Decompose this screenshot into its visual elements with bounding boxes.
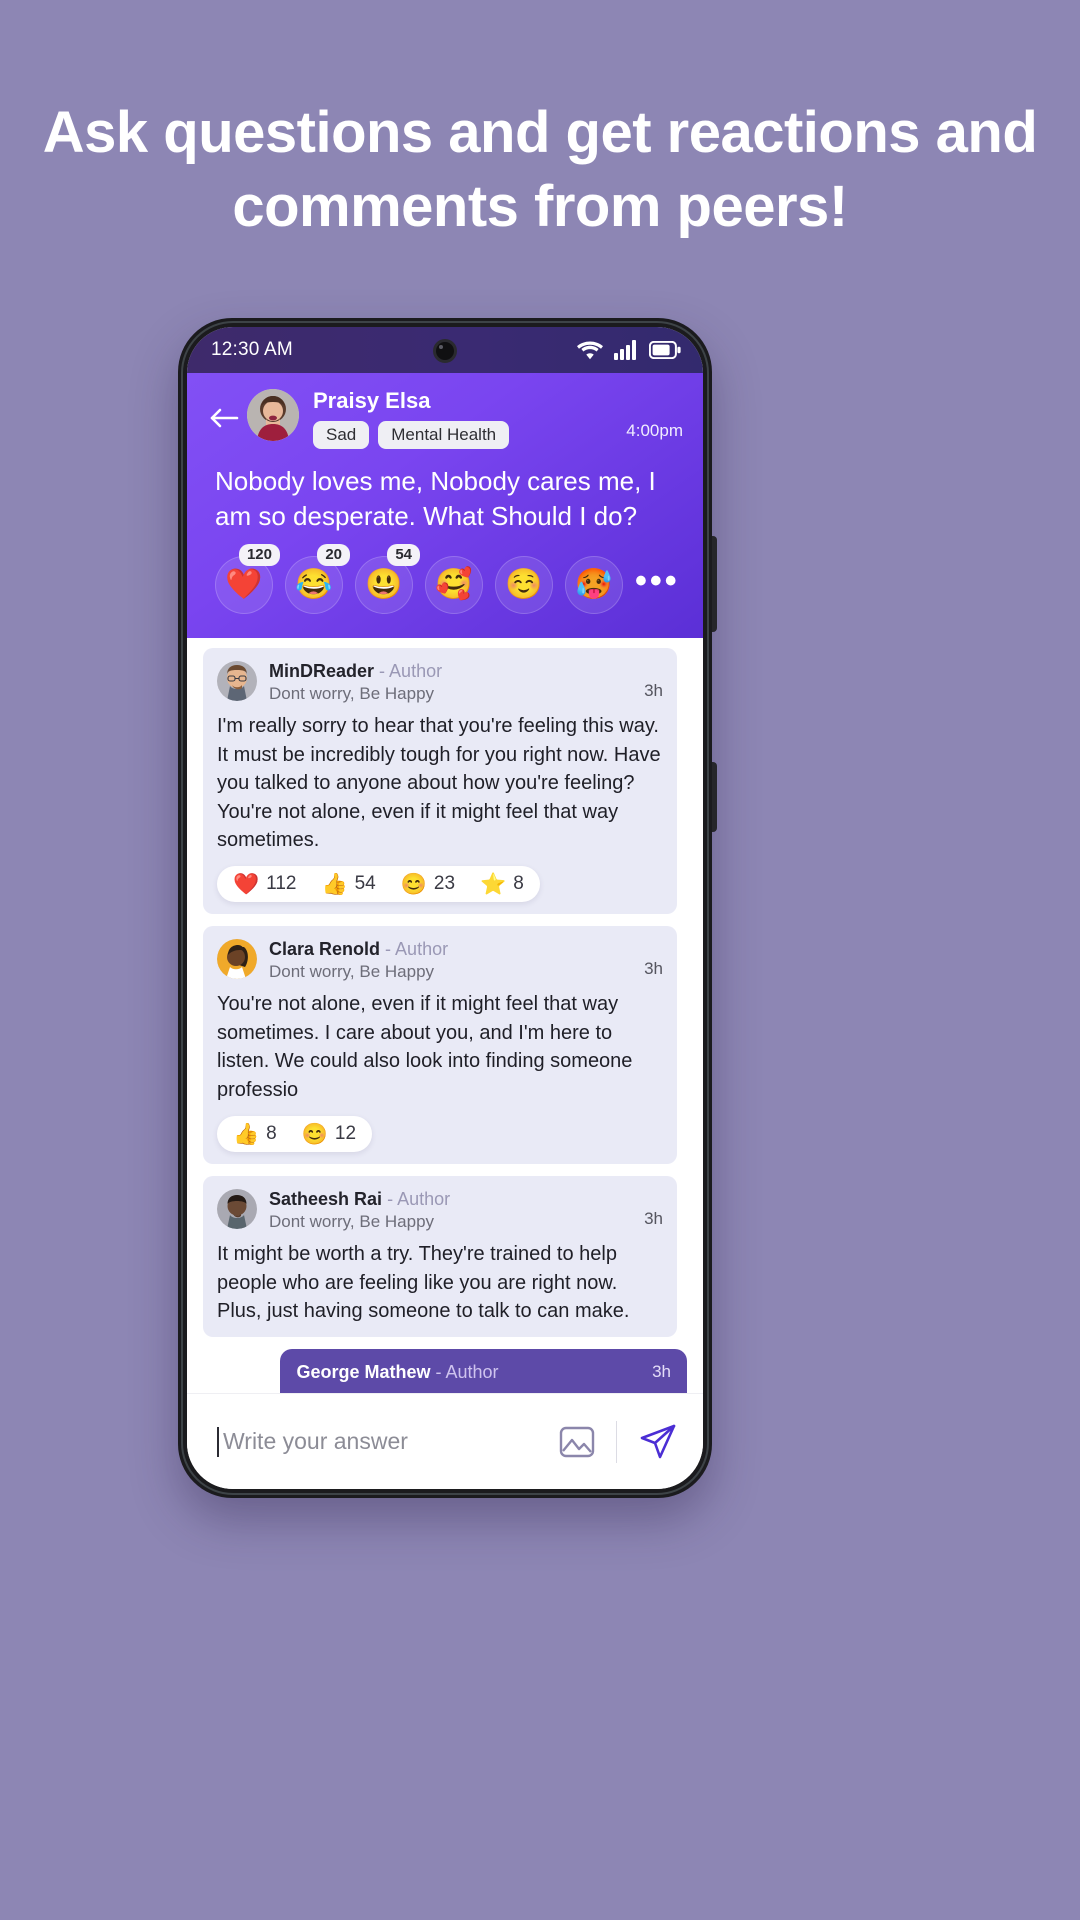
smiling-hearts-reaction[interactable]: 🥰 xyxy=(425,556,483,615)
comment-text: I'm really sorry to hear that you're fee… xyxy=(217,715,661,852)
heart-reaction-count: 112 xyxy=(266,873,297,895)
comment-feed[interactable]: MinDReader - Author Dont worry, Be Happy… xyxy=(187,638,703,1393)
smiling-hearts-emoji: 🥰 xyxy=(435,568,473,602)
status-bar: 12:30 AM xyxy=(187,327,703,373)
phone-screen: 12:30 AM Praisy Elsa Sad Mental Health 4… xyxy=(187,327,703,1489)
author-badge: - Author xyxy=(435,1362,499,1383)
comment-avatar[interactable] xyxy=(217,661,257,702)
blush-reaction-count: 12 xyxy=(334,1123,357,1145)
post-reaction-bar: 120 ❤️ 20 😂 54 😃 🥰 ☺️ 🥵 ••• xyxy=(215,544,683,615)
post-tag-mood[interactable]: Sad xyxy=(313,421,370,450)
heart-reaction-icon: ❤️ xyxy=(233,872,260,896)
heart-emoji: ❤️ xyxy=(225,568,263,602)
heart-reaction[interactable]: 120 ❤️ xyxy=(215,544,280,615)
smile-reaction[interactable]: 54 😃 xyxy=(355,544,420,615)
comment-author-name: MinDReader - Author xyxy=(269,661,443,682)
smile-emoji: 😃 xyxy=(365,568,403,602)
author-badge: - Author xyxy=(387,1189,451,1210)
thumbs-up-reaction-icon: 👍 xyxy=(233,1122,260,1146)
relaxed-reaction[interactable]: ☺️ xyxy=(495,556,553,615)
battery-icon xyxy=(649,341,681,359)
more-options-icon[interactable]: ••• xyxy=(635,564,680,614)
blush-reaction-count: 23 xyxy=(433,873,456,895)
comment-subtitle: Dont worry, Be Happy xyxy=(269,684,435,704)
star-reaction-count: 8 xyxy=(513,873,524,895)
relaxed-emoji: ☺️ xyxy=(505,568,543,602)
post-header: Praisy Elsa Sad Mental Health 4:00pm Nob… xyxy=(187,373,703,639)
blush-reaction-icon: 😊 xyxy=(301,1122,328,1146)
phone-mockup: 12:30 AM Praisy Elsa Sad Mental Health 4… xyxy=(178,318,717,1498)
comment-avatar[interactable] xyxy=(217,1189,257,1230)
comment-timestamp: 3h xyxy=(644,1209,663,1229)
own-message-bubble[interactable]: George Mathew - Author 3h I don't know w… xyxy=(280,1349,687,1393)
comment-reaction-pill[interactable]: ❤️ 112 👍 54 😊 23 ⭐ 8 xyxy=(217,866,540,903)
page-title: Ask questions and get reactions and comm… xyxy=(42,100,1038,239)
comment-header: MinDReader - Author Dont worry, Be Happy… xyxy=(217,661,663,704)
post-tag-topic[interactable]: Mental Health xyxy=(378,421,510,450)
author-badge: - Author xyxy=(385,939,449,960)
post-tags: Sad Mental Health xyxy=(313,421,620,450)
status-icons xyxy=(577,340,681,360)
joy-emoji: 😂 xyxy=(295,568,333,602)
own-message-author: George Mathew - Author xyxy=(296,1362,499,1383)
comment-item[interactable]: MinDReader - Author Dont worry, Be Happy… xyxy=(203,648,677,915)
post-author-info: Praisy Elsa Sad Mental Health xyxy=(313,388,620,450)
post-author-name: Praisy Elsa xyxy=(313,388,431,413)
author-badge: - Author xyxy=(379,661,443,682)
answer-input[interactable]: Write your answer xyxy=(213,1426,554,1457)
joy-reaction-count: 20 xyxy=(317,544,350,567)
joy-reaction[interactable]: 20 😂 xyxy=(285,544,350,615)
volume-button xyxy=(712,762,717,832)
comment-reaction-pill-row: ❤️ 112 👍 54 😊 23 ⭐ 8 xyxy=(217,866,663,903)
own-message-row: George Mathew - Author 3h I don't know w… xyxy=(203,1349,687,1393)
hot-face-reaction[interactable]: 🥵 xyxy=(565,556,623,615)
comment-reaction-pill[interactable]: 👍 8 😊 12 xyxy=(217,1116,373,1153)
comment-meta: Satheesh Rai - Author Dont worry, Be Hap… xyxy=(269,1189,644,1232)
post-header-top: Praisy Elsa Sad Mental Health 4:00pm xyxy=(201,388,683,450)
comment-meta: Clara Renold - Author Dont worry, Be Hap… xyxy=(269,939,644,982)
feed-scroll-container: MinDReader - Author Dont worry, Be Happy… xyxy=(187,638,703,1393)
power-button xyxy=(712,536,717,632)
own-message-header: George Mathew - Author 3h xyxy=(296,1362,671,1383)
thumbs-up-reaction-count: 8 xyxy=(266,1123,277,1145)
comment-subtitle: Dont worry, Be Happy xyxy=(269,962,435,982)
comment-author-name: Clara Renold - Author xyxy=(269,939,449,960)
comment-header: Satheesh Rai - Author Dont worry, Be Hap… xyxy=(217,1189,663,1232)
comment-item[interactable]: Clara Renold - Author Dont worry, Be Hap… xyxy=(203,926,677,1165)
post-timestamp: 4:00pm xyxy=(626,421,683,440)
heart-reaction-count: 120 xyxy=(238,544,280,567)
smile-reaction-count: 54 xyxy=(387,544,420,567)
send-icon[interactable] xyxy=(635,1419,681,1465)
star-reaction-icon: ⭐ xyxy=(480,872,507,896)
composer-bar: Write your answer xyxy=(187,1393,703,1489)
answer-input-placeholder: Write your answer xyxy=(223,1428,408,1454)
back-arrow-icon[interactable] xyxy=(201,395,247,441)
cellular-signal-icon xyxy=(614,340,638,360)
composer-divider xyxy=(616,1420,617,1463)
comment-author-name: Satheesh Rai - Author xyxy=(269,1189,451,1210)
own-message-timestamp: 3h xyxy=(652,1362,671,1382)
hot-face-emoji: 🥵 xyxy=(575,568,613,602)
comment-item[interactable]: Satheesh Rai - Author Dont worry, Be Hap… xyxy=(203,1176,677,1338)
comment-text: It might be worth a try. They're trained… xyxy=(217,1243,630,1322)
comment-timestamp: 3h xyxy=(644,681,663,701)
comment-text: You're not alone, even if it might feel … xyxy=(217,993,633,1101)
comment-reaction-pill-row: 👍 8 😊 12 xyxy=(217,1116,663,1153)
image-attachment-icon[interactable] xyxy=(554,1419,600,1465)
status-time: 12:30 AM xyxy=(211,339,293,360)
wifi-icon xyxy=(577,340,603,360)
text-caret xyxy=(217,1426,219,1457)
comment-avatar[interactable] xyxy=(217,939,257,980)
post-author-avatar[interactable] xyxy=(247,389,299,441)
thumbs-up-reaction-count: 54 xyxy=(354,873,376,895)
comment-meta: MinDReader - Author Dont worry, Be Happy xyxy=(269,661,644,704)
post-body-text: Nobody loves me, Nobody cares me, I am s… xyxy=(215,466,656,532)
comment-subtitle: Dont worry, Be Happy xyxy=(269,1211,435,1231)
blush-reaction-icon: 😊 xyxy=(400,872,427,896)
front-camera-icon xyxy=(433,339,457,363)
own-message-text: I don't know who to talk to. I feel like… xyxy=(296,1391,671,1393)
thumbs-up-reaction-icon: 👍 xyxy=(321,872,348,896)
comment-header: Clara Renold - Author Dont worry, Be Hap… xyxy=(217,939,663,982)
comment-timestamp: 3h xyxy=(644,959,663,979)
